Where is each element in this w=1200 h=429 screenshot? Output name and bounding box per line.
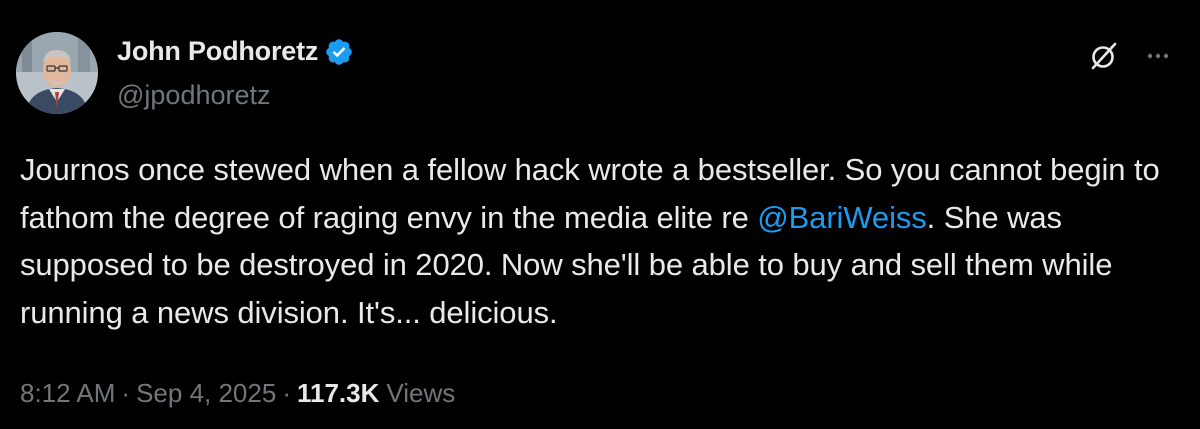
meta-separator: · xyxy=(121,378,131,408)
author-handle[interactable]: @jpodhoretz xyxy=(117,80,271,111)
tweet-time[interactable]: 8:12 AM xyxy=(20,378,115,409)
author-display-name[interactable]: John Podhoretz xyxy=(117,36,318,67)
verified-badge-icon xyxy=(324,37,354,67)
mention-link[interactable]: @BariWeiss xyxy=(757,200,927,235)
author-name-row: John Podhoretz xyxy=(117,36,354,67)
avatar[interactable] xyxy=(16,32,98,114)
avatar-photo xyxy=(16,32,98,114)
tweet-text: Journos once stewed when a fellow hack w… xyxy=(20,146,1180,336)
more-options-icon[interactable] xyxy=(1140,38,1176,74)
grok-icon[interactable] xyxy=(1086,38,1122,74)
tweet-meta: 8:12 AM · Sep 4, 2025 · 117.3K Views xyxy=(20,378,455,409)
meta-separator: · xyxy=(282,378,291,408)
tweet-date[interactable]: Sep 4, 2025 xyxy=(136,378,276,409)
views-label: Views xyxy=(386,378,456,408)
tweet-card: John Podhoretz @jpodhoretz Journos once … xyxy=(0,0,1200,429)
views-count: 117.3K xyxy=(296,378,380,408)
